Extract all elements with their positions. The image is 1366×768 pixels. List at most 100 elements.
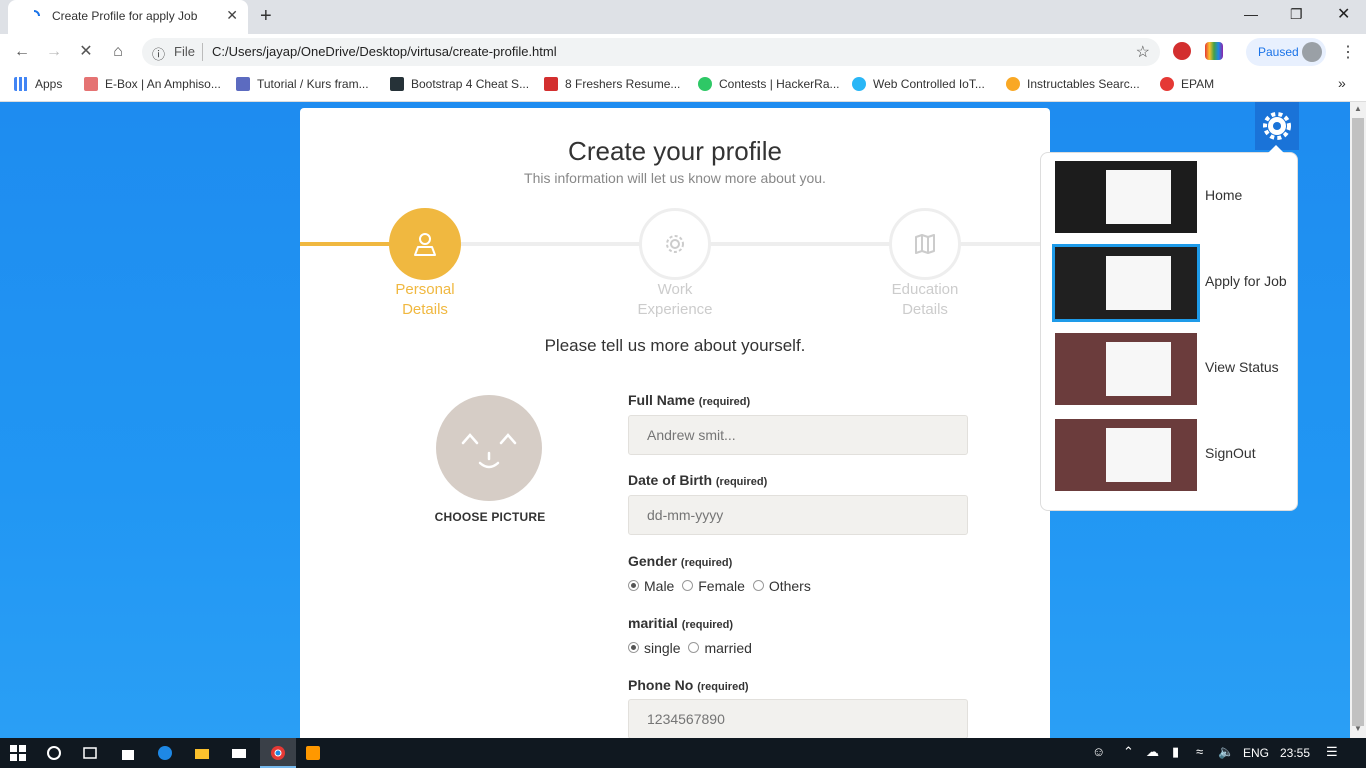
stop-loading-icon[interactable]: ✕ [76,42,96,62]
full-name-input[interactable] [628,415,968,455]
forward-icon[interactable]: → [44,42,64,62]
gender-others-radio[interactable] [752,580,764,591]
browser-menu-icon[interactable]: ⋮ [1340,42,1356,62]
menu-item-label: Apply for Job [1205,273,1287,289]
bookmark-label: Tutorial / Kurs fram... [257,77,369,91]
gender-male-radio[interactable] [628,580,639,591]
url-text[interactable]: C:/Users/jayap/OneDrive/Desktop/virtusa/… [212,44,557,59]
new-tab-button[interactable]: + [260,5,272,28]
profile-status: Paused [1258,45,1299,59]
menu-item-label: Home [1205,187,1243,203]
bookmark-label: Bootstrap 4 Cheat S... [411,77,530,91]
bookmarks-overflow-icon[interactable]: » [1338,75,1346,91]
battery-icon[interactable]: ▮ [1172,744,1179,760]
phone-input[interactable] [628,699,968,738]
windows-taskbar: ☺ ⌃ ☁ ▮ ≈ 🔈 ENG 23:55 ☰ [0,738,1366,768]
back-icon[interactable]: ← [12,42,32,62]
scrollbar-thumb[interactable] [1352,118,1364,726]
marital-label: maritial (required) [628,615,734,631]
tab-title: Create Profile for apply Job [52,9,198,23]
colorful-extension-icon[interactable] [1205,42,1223,60]
gear-icon [666,235,684,253]
tab-strip: Create Profile for apply Job ✕ + — ❐ ✕ [0,0,1366,34]
bookmark-resume[interactable]: 8 Freshers Resume... [544,77,680,91]
maximize-icon[interactable]: ❐ [1290,6,1303,23]
signout-thumbnail [1055,419,1197,491]
marital-married-radio[interactable] [688,642,700,653]
sublime-text-icon[interactable] [305,745,321,761]
minimize-icon[interactable]: — [1244,6,1258,22]
hackerrank-favicon-icon [698,77,712,91]
page-viewport: Create your profile This information wil… [0,102,1350,738]
bookmark-star-icon[interactable]: ☆ [1136,42,1150,62]
bookmarks-bar: Apps E-Box | An Amphiso... Tutorial / Ku… [0,70,1366,102]
menu-item-signout[interactable]: SignOut [1053,417,1297,491]
ebox-favicon-icon [84,77,98,91]
marital-married-label: married [704,640,752,656]
volume-muted-icon[interactable]: 🔈 [1218,744,1234,760]
bookmark-label: EPAM [1181,77,1215,91]
step-education-details[interactable] [889,208,961,280]
map-icon [915,234,935,254]
wifi-icon[interactable]: ≈ [1196,744,1203,759]
step-work-label: Work Experience [637,281,713,318]
bookmark-epam[interactable]: EPAM [1160,77,1214,91]
people-icon[interactable]: ☺ [1092,744,1105,759]
edge-icon[interactable] [157,745,173,761]
step-work-experience[interactable] [639,208,711,280]
info-icon[interactable]: ⓘ [152,44,165,63]
scroll-up-icon[interactable]: ▲ [1354,104,1362,113]
bookmark-hackerrank[interactable]: Contests | HackerRa... [698,77,840,91]
bookmark-instructables[interactable]: Instructables Searc... [1006,77,1140,91]
gender-female-radio[interactable] [682,580,694,591]
task-view-icon[interactable] [82,745,98,761]
user-icon [414,233,436,256]
choose-picture-label[interactable]: CHOOSE PICTURE [410,510,570,524]
tutorial-favicon-icon [236,77,250,91]
window-close-icon[interactable]: ✕ [1337,4,1350,24]
scroll-down-icon[interactable]: ▼ [1354,724,1362,733]
onedrive-icon[interactable]: ☁ [1146,744,1159,760]
tray-overflow-icon[interactable]: ⌃ [1123,744,1134,760]
marital-radio-group: single married [628,640,752,656]
home-thumbnail [1055,161,1197,233]
chrome-icon [271,746,285,760]
clock[interactable]: 23:55 [1280,746,1310,760]
address-bar[interactable]: ⓘ File C:/Users/jayap/OneDrive/Desktop/v… [142,38,1160,66]
bookmark-bootstrap[interactable]: Bootstrap 4 Cheat S... [390,77,529,91]
adblock-extension-icon[interactable] [1173,42,1191,60]
dob-input[interactable] [628,495,968,535]
browser-tab[interactable]: Create Profile for apply Job ✕ [8,0,248,34]
gender-others-label: Others [768,578,811,594]
form-prompt: Please tell us more about yourself. [544,336,806,355]
settings-menu-button[interactable] [1255,102,1299,150]
profile-button[interactable]: Paused [1246,38,1326,66]
menu-item-apply-for-job[interactable]: Apply for Job [1052,244,1297,322]
profile-avatar [1302,42,1322,62]
bookmark-iot[interactable]: Web Controlled IoT... [852,77,985,91]
bookmark-tutorial[interactable]: Tutorial / Kurs fram... [236,77,369,91]
tab-close-icon[interactable]: ✕ [226,7,238,24]
file-explorer-icon[interactable] [194,745,210,761]
chrome-taskbar-button[interactable] [260,738,296,768]
mail-icon[interactable] [231,745,247,761]
avatar-picture[interactable] [436,395,542,501]
search-icon[interactable] [46,745,62,761]
bookmark-ebox[interactable]: E-Box | An Amphiso... [84,77,221,91]
home-icon[interactable]: ⌂ [108,42,128,62]
resume-favicon-icon [544,77,558,91]
marital-single-radio[interactable] [628,642,639,653]
action-center-icon[interactable]: ☰ [1326,744,1338,760]
bookmark-apps[interactable]: Apps [14,77,62,91]
page-scrollbar[interactable]: ▲ ▼ [1350,102,1366,738]
language-indicator[interactable]: ENG [1243,746,1269,760]
store-icon[interactable] [120,745,136,761]
menu-item-view-status[interactable]: View Status [1053,331,1297,405]
gender-label: Gender (required) [628,553,733,569]
step-personal-details[interactable] [389,208,461,280]
globe-favicon-icon [852,77,866,91]
menu-item-home[interactable]: Home [1053,159,1297,233]
windows-start-icon[interactable] [10,745,26,761]
bookmark-label: Apps [35,77,63,91]
gender-radio-group: Male Female Others [628,578,811,594]
